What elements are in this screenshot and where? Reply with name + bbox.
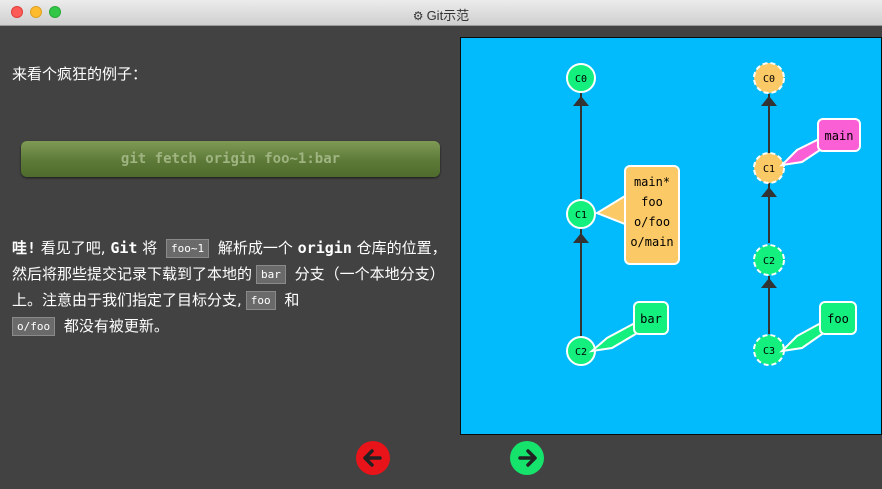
paragraph-text: 和 xyxy=(279,291,300,309)
label-pointer xyxy=(779,138,825,167)
label-pointer xyxy=(779,322,827,353)
commit-label: C2 xyxy=(763,256,775,267)
edge-arrowhead xyxy=(761,278,777,288)
branch-label-main: main* xyxy=(634,175,670,189)
paragraph-text: 看见了吧, xyxy=(36,239,106,257)
commit-remote-c0[interactable]: C0 xyxy=(753,62,785,94)
paragraph-keyword: Git xyxy=(110,239,138,257)
paragraph-text: 哇! xyxy=(12,239,37,257)
intro-text: 来看个疯狂的例子： xyxy=(12,65,148,83)
next-button[interactable] xyxy=(509,440,545,476)
edge-arrowhead xyxy=(573,96,589,106)
commit-label: C1 xyxy=(763,164,775,175)
commit-label: C0 xyxy=(575,74,587,85)
branch-label-bar: bar xyxy=(640,312,662,326)
git-command-button[interactable]: git fetch origin foo~1:bar xyxy=(21,141,440,177)
edge-arrowhead xyxy=(761,187,777,197)
branch-label-remote-main-group[interactable]: main xyxy=(779,118,861,167)
title-bar: ⚙ Git示范 xyxy=(0,0,882,26)
commit-local-c1[interactable]: C1 xyxy=(566,199,596,229)
label-pointer xyxy=(594,194,626,226)
commit-remote-c1[interactable]: C1 xyxy=(753,152,785,184)
commit-label: C0 xyxy=(763,74,775,85)
branch-label-main: main xyxy=(825,129,854,143)
gear-icon: ⚙ xyxy=(412,9,424,23)
inline-code: foo xyxy=(245,291,276,310)
arrow-right-icon xyxy=(510,441,544,475)
paragraph-text: 将 xyxy=(137,239,162,257)
branch-label-bar-group[interactable]: bar xyxy=(588,301,669,353)
commit-graph: C0 C1 C2 C0 C1 C2 C3 main* foo o/foo o/m… xyxy=(566,62,861,366)
commit-local-c0[interactable]: C0 xyxy=(566,63,596,93)
paragraph-keyword: origin xyxy=(297,239,352,257)
arrow-left-icon xyxy=(356,441,390,475)
inline-code: o/foo xyxy=(12,317,56,336)
paragraph-text: 解析成一个 xyxy=(213,239,298,257)
window-title: ⚙ Git示范 xyxy=(412,8,470,23)
git-graph-canvas: C0 C1 C2 C0 C1 C2 C3 main* foo o/foo o/m… xyxy=(460,37,882,435)
inline-code: bar xyxy=(256,265,286,284)
branch-label-o-foo: o/foo xyxy=(634,215,670,229)
label-pointer xyxy=(588,322,641,353)
inline-code: foo~1 xyxy=(166,239,210,258)
commit-remote-c3[interactable]: C3 xyxy=(753,334,785,366)
branch-label-remote-foo-group[interactable]: foo xyxy=(779,301,857,353)
branch-label-o-main: o/main xyxy=(630,235,673,249)
branch-label-main-foo-group[interactable]: main* foo o/foo o/main xyxy=(594,165,680,265)
commit-label: C1 xyxy=(575,210,587,221)
commit-label: C3 xyxy=(763,346,775,357)
explanation-paragraph: 哇! 看见了吧, Git 将 foo~1 解析成一个 origin 仓库的位置，… xyxy=(12,235,448,339)
branch-label-foo: foo xyxy=(827,312,849,326)
paragraph-text: 都没有被更新。 xyxy=(59,317,169,335)
prev-button[interactable] xyxy=(355,440,391,476)
edge-arrowhead xyxy=(573,233,589,243)
commit-remote-c2[interactable]: C2 xyxy=(753,244,785,276)
branch-label-foo: foo xyxy=(641,195,663,209)
edge-arrowhead xyxy=(761,96,777,106)
commit-label: C2 xyxy=(575,347,587,358)
